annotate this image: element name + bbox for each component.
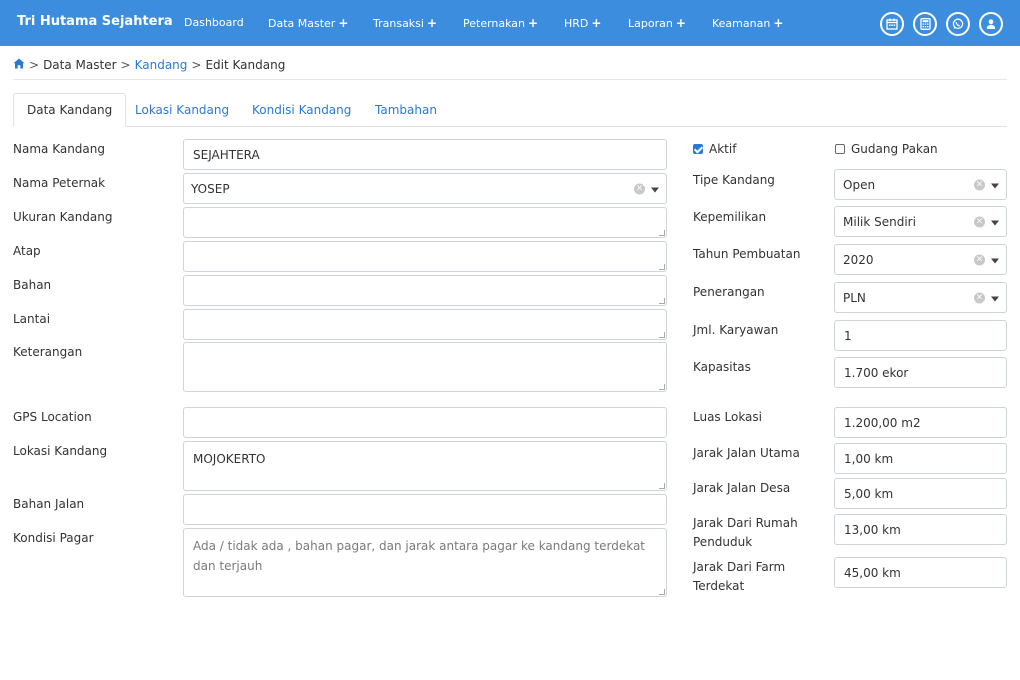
- nav-laporan[interactable]: Laporan +: [628, 16, 686, 30]
- label-atap: Atap: [13, 244, 41, 258]
- lokasi-kandang-textarea[interactable]: MOJOKERTO: [183, 441, 667, 491]
- clear-icon[interactable]: ×: [974, 179, 985, 190]
- tahun-pembuatan-select[interactable]: 2020 ×: [834, 244, 1007, 275]
- kepemilikan-select[interactable]: Milik Sendiri ×: [834, 206, 1007, 237]
- clear-icon[interactable]: ×: [634, 183, 645, 194]
- breadcrumb-data-master: Data Master: [43, 58, 117, 72]
- plus-icon: +: [338, 16, 349, 30]
- plus-icon: +: [528, 16, 539, 30]
- gps-location-input[interactable]: [183, 407, 667, 438]
- label-jarak-jalan-utama: Jarak Jalan Utama: [693, 446, 800, 460]
- plus-icon: +: [675, 16, 686, 30]
- breadcrumb-kandang-link[interactable]: Kandang: [135, 58, 188, 72]
- jarak-jalan-utama-input[interactable]: 1,00 km: [834, 443, 1007, 474]
- keterangan-textarea[interactable]: [183, 342, 667, 392]
- jarak-dari-rumah-penduduk-input[interactable]: 13,00 km: [834, 514, 1007, 545]
- label-luas-lokasi: Luas Lokasi: [693, 410, 762, 424]
- tab-tambahan[interactable]: Tambahan: [362, 93, 450, 127]
- resize-handle-icon[interactable]: [659, 264, 665, 270]
- label-tahun-pembuatan: Tahun Pembuatan: [693, 247, 801, 261]
- penerangan-select[interactable]: PLN ×: [834, 282, 1007, 313]
- label-jarak-dari-rumah-penduduk: Jarak Dari Rumah Penduduk: [693, 516, 798, 549]
- tipe-kandang-select[interactable]: Open ×: [834, 169, 1007, 200]
- resize-handle-icon[interactable]: [659, 384, 665, 390]
- label-penerangan: Penerangan: [693, 285, 765, 299]
- label-kondisi-pagar: Kondisi Pagar: [13, 531, 94, 545]
- label-bahan: Bahan: [13, 278, 52, 292]
- nav-keamanan[interactable]: Keamanan +: [712, 16, 783, 30]
- label-jml-karyawan: Jml. Karyawan: [693, 323, 779, 337]
- jarak-jalan-desa-input[interactable]: 5,00 km: [834, 478, 1007, 509]
- chevron-down-icon[interactable]: [991, 220, 999, 225]
- jarak-dari-farm-terdekat-input[interactable]: 45,00 km: [834, 557, 1007, 588]
- calculator-icon[interactable]: [913, 12, 937, 36]
- nama-kandang-input[interactable]: SEJAHTERA: [183, 139, 667, 170]
- label-ukuran-kandang: Ukuran Kandang: [13, 210, 113, 224]
- nav-hrd[interactable]: HRD +: [564, 16, 601, 30]
- breadcrumb: > Data Master > Kandang > Edit Kandang: [13, 58, 285, 72]
- whatsapp-icon[interactable]: [946, 12, 970, 36]
- brand-logo-text[interactable]: Tri Hutama Sejahtera: [17, 14, 173, 29]
- label-lantai: Lantai: [13, 312, 51, 326]
- tab-lokasi-kandang[interactable]: Lokasi Kandang: [122, 93, 242, 127]
- resize-handle-icon[interactable]: [659, 298, 665, 304]
- clear-icon[interactable]: ×: [974, 216, 985, 227]
- nav-peternakan[interactable]: Peternakan +: [463, 16, 538, 30]
- kapasitas-input[interactable]: 1.700 ekor: [834, 357, 1007, 388]
- label-aktif: Aktif: [709, 142, 737, 156]
- nav-data-master[interactable]: Data Master +: [268, 16, 348, 30]
- jml-karyawan-input[interactable]: 1: [834, 320, 1007, 351]
- plus-icon: +: [426, 16, 438, 30]
- label-kepemilikan: Kepemilikan: [693, 210, 767, 224]
- resize-handle-icon[interactable]: [659, 230, 665, 236]
- plus-icon: +: [591, 16, 602, 30]
- breadcrumb-separator: >: [29, 58, 40, 72]
- label-keterangan: Keterangan: [13, 345, 83, 359]
- chevron-down-icon[interactable]: [991, 296, 999, 301]
- label-bahan-jalan: Bahan Jalan: [13, 497, 85, 511]
- label-jarak-dari-farm-terdekat: Jarak Dari Farm Terdekat: [693, 560, 786, 593]
- tab-kondisi-kandang[interactable]: Kondisi Kandang: [239, 93, 364, 127]
- home-icon[interactable]: [13, 58, 25, 72]
- chevron-down-icon[interactable]: [991, 183, 999, 188]
- nav-dashboard[interactable]: Dashboard: [184, 16, 244, 29]
- resize-handle-icon[interactable]: [659, 332, 665, 338]
- bahan-textarea[interactable]: [183, 275, 667, 306]
- kondisi-pagar-textarea[interactable]: Ada / tidak ada , bahan pagar, dan jarak…: [183, 528, 667, 597]
- label-nama-peternak: Nama Peternak: [13, 176, 106, 190]
- label-kapasitas: Kapasitas: [693, 360, 751, 374]
- nama-peternak-select[interactable]: YOSEP ×: [183, 173, 667, 204]
- label-gps-location: GPS Location: [13, 410, 92, 424]
- label-nama-kandang: Nama Kandang: [13, 142, 105, 156]
- breadcrumb-separator: >: [120, 58, 131, 72]
- aktif-checkbox[interactable]: [693, 144, 703, 154]
- atap-textarea[interactable]: [183, 241, 667, 272]
- clear-icon[interactable]: ×: [974, 292, 985, 303]
- bahan-jalan-input[interactable]: [183, 494, 667, 525]
- chevron-down-icon[interactable]: [991, 258, 999, 263]
- top-navbar: Tri Hutama Sejahtera Dashboard Data Mast…: [0, 0, 1020, 46]
- resize-handle-icon[interactable]: [659, 483, 665, 489]
- label-tipe-kandang: Tipe Kandang: [693, 173, 775, 187]
- chevron-down-icon[interactable]: [651, 187, 659, 192]
- plus-icon: +: [773, 16, 784, 30]
- kondisi-pagar-placeholder: Ada / tidak ada , bahan pagar, dan jarak…: [193, 539, 646, 573]
- gudang-pakan-checkbox[interactable]: [835, 144, 845, 154]
- breadcrumb-current: Edit Kandang: [205, 58, 286, 72]
- user-icon[interactable]: [979, 12, 1003, 36]
- breadcrumb-divider: [13, 79, 1007, 80]
- clear-icon[interactable]: ×: [974, 254, 985, 265]
- luas-lokasi-input[interactable]: 1.200,00 m2: [834, 407, 1007, 438]
- ukuran-kandang-textarea[interactable]: [183, 207, 667, 238]
- lantai-textarea[interactable]: [183, 309, 667, 340]
- label-lokasi-kandang: Lokasi Kandang: [13, 444, 108, 458]
- label-jarak-jalan-desa: Jarak Jalan Desa: [693, 481, 791, 495]
- breadcrumb-separator: >: [191, 58, 202, 72]
- label-gudang-pakan: Gudang Pakan: [851, 142, 938, 156]
- resize-handle-icon[interactable]: [659, 589, 665, 595]
- nav-transaksi[interactable]: Transaksi +: [373, 16, 437, 30]
- tab-data-kandang[interactable]: Data Kandang: [13, 93, 127, 127]
- calendar-icon[interactable]: [880, 12, 904, 36]
